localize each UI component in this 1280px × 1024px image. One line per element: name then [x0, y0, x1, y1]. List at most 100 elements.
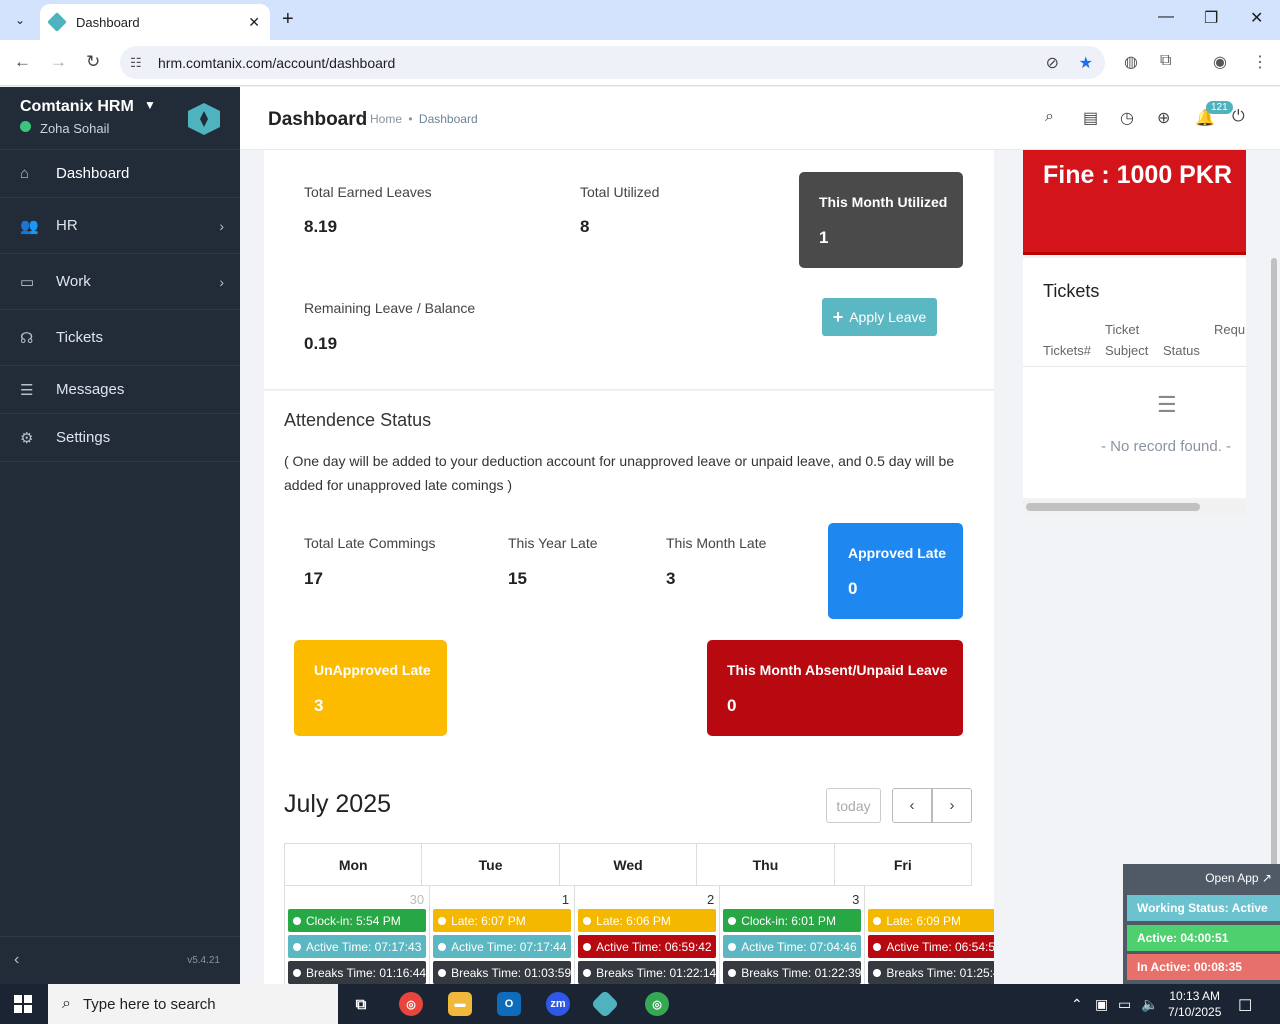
calendar-event[interactable]: Breaks Time: 01:22:14 — [578, 961, 717, 984]
bookmark-star-icon[interactable]: ★ — [1079, 53, 1093, 73]
new-tab-button[interactable]: + — [282, 8, 294, 31]
calendar-event[interactable]: Late: 6:09 PM — [868, 909, 994, 932]
browser-tab-dashboard[interactable]: Dashboard ✕ — [40, 4, 270, 40]
calendar-event-text: Late: 6:07 PM — [451, 913, 526, 928]
calendar-day-cell[interactable]: 1 Late: 6:07 PM Active Time: 07:17:44 Break… — [430, 886, 576, 984]
event-dot-icon — [293, 916, 301, 925]
calendar-day-cell[interactable]: 4 Late: 6:09 PM Active Time: 06:54:56 Break… — [865, 886, 994, 984]
close-window-icon[interactable]: ✕ — [1250, 8, 1263, 28]
sidebar-item-hr[interactable]: 👥 HR › — [0, 198, 240, 254]
extensions-icon[interactable]: ⧉ — [1160, 52, 1171, 70]
sidebar-item-label: Work — [56, 273, 91, 290]
sidebar-item-settings[interactable]: ⚙ Settings — [0, 414, 240, 462]
tab-title: Dashboard — [76, 14, 140, 30]
calendar-event-text: Breaks Time: 01:16:44 — [306, 965, 427, 980]
day-header: Fri — [893, 856, 912, 873]
back-icon[interactable]: ← — [14, 52, 31, 72]
calendar-day-cell[interactable]: 3 Clock-in: 6:01 PM Active Time: 07:04:46 B… — [720, 886, 866, 984]
sidebar-item-tickets[interactable]: ☊ Tickets — [0, 310, 240, 366]
page-vertical-scrollbar[interactable] — [1268, 150, 1280, 984]
apply-leave-button[interactable]: + Apply Leave — [822, 298, 937, 336]
calendar-event[interactable]: Active Time: 06:59:42 — [578, 935, 717, 958]
minimize-icon[interactable]: — — [1158, 8, 1174, 26]
event-dot-icon — [293, 968, 301, 977]
profile-icon[interactable]: ◉ — [1213, 52, 1227, 72]
taskbar-search[interactable]: ⌕ Type here to search — [48, 984, 338, 1024]
add-circle-icon[interactable]: ⊕ — [1157, 108, 1170, 128]
zoom-icon[interactable]: zm — [546, 992, 570, 1016]
volume-icon[interactable]: 🔈 — [1141, 996, 1158, 1013]
tab-close-icon[interactable]: ✕ — [248, 14, 260, 31]
event-dot-icon — [438, 916, 447, 925]
site-info-icon[interactable]: ☷ — [130, 55, 146, 71]
calendar-today-button[interactable]: today — [826, 788, 881, 823]
tab-search-button[interactable]: ⌄ — [8, 8, 32, 32]
sidebar-item-label: Dashboard — [56, 165, 130, 182]
sidebar-item-messages[interactable]: ☰ Messages — [0, 366, 240, 414]
calendar-date-number[interactable]: 4 — [868, 889, 994, 909]
calendar-event[interactable]: Breaks Time: 01:03:59 — [433, 961, 572, 984]
calendar-week-row: 30 Clock-in: 5:54 PM Active Time: 07:17:43… — [284, 886, 994, 984]
calendar-event[interactable]: Active Time: 07:04:46 — [723, 935, 862, 958]
calendar-event[interactable]: Breaks Time: 01:16:44 — [288, 961, 427, 984]
calendar-next-button[interactable]: › — [932, 788, 972, 823]
calendar-date-number[interactable]: 1 — [433, 889, 571, 909]
calendar-date-number[interactable]: 3 — [723, 889, 861, 909]
brand-name[interactable]: Comtanix HRM — [20, 98, 134, 116]
plus-icon: + — [832, 306, 844, 327]
translate-icon[interactable]: ◍ — [1124, 52, 1138, 72]
browser-menu-icon[interactable]: ⋮ — [1252, 52, 1268, 72]
calendar-event[interactable]: Clock-in: 5:54 PM — [288, 909, 427, 932]
sidebar-item-work[interactable]: ▭ Work › — [0, 254, 240, 310]
calendar-date-number[interactable]: 30 — [288, 889, 426, 909]
forward-icon[interactable]: → — [50, 52, 67, 72]
taskbar-clock[interactable]: 10:13 AM 7/10/2025 — [1168, 988, 1221, 1020]
calendar-event[interactable]: Clock-in: 6:01 PM — [723, 909, 862, 932]
month-late-value: 3 — [666, 569, 676, 588]
windows-start-icon[interactable] — [14, 995, 32, 1013]
tickets-horizontal-scrollbar[interactable] — [1023, 500, 1246, 514]
scrollbar-thumb[interactable] — [1271, 258, 1277, 870]
chevron-down-icon[interactable]: ▼ — [144, 98, 156, 112]
calendar-day-cell[interactable]: 30 Clock-in: 5:54 PM Active Time: 07:17:43… — [285, 886, 431, 984]
scrollbar-thumb[interactable] — [1026, 503, 1200, 511]
calendar-event[interactable]: Breaks Time: 01:25:44 — [868, 961, 994, 984]
task-view-icon[interactable]: ⧉ — [349, 992, 373, 1016]
comtanix-app-icon[interactable] — [590, 989, 620, 1019]
power-icon[interactable]: ⏻ — [1232, 108, 1245, 126]
notes-icon[interactable]: ▤ — [1083, 108, 1098, 128]
url-omnibox[interactable]: ☷ hrm.comtanix.com/account/dashboard ⊘ ★ — [120, 46, 1105, 79]
file-explorer-icon[interactable]: ▬ — [448, 992, 472, 1016]
chrome-icon[interactable]: ◎ — [399, 992, 423, 1016]
sidebar-item-label: HR — [56, 217, 78, 234]
calendar-event[interactable]: Late: 6:06 PM — [578, 909, 717, 932]
restore-icon[interactable]: ❐ — [1204, 8, 1218, 28]
search-icon[interactable]: ⌕ — [1045, 108, 1054, 126]
search-icon: ⌕ — [62, 995, 71, 1012]
calendar-event[interactable]: Active Time: 07:17:43 — [288, 935, 427, 958]
sidebar-item-dashboard[interactable]: ⌂ Dashboard — [0, 150, 240, 198]
calendar-event[interactable]: Active Time: 06:54:56 — [868, 935, 994, 958]
calendar-event[interactable]: Late: 6:07 PM — [433, 909, 572, 932]
calendar-prev-button[interactable]: ‹ — [892, 788, 932, 823]
notification-center-icon[interactable]: ☐ — [1238, 996, 1252, 1016]
tile-label: This Month Utilized — [819, 194, 948, 210]
active-time-row: Active: 04:00:51 — [1127, 925, 1280, 951]
reload-icon[interactable]: ↻ — [86, 52, 100, 72]
tracking-blocked-icon[interactable]: ⊘ — [1046, 53, 1059, 73]
breadcrumb-home[interactable]: Home — [370, 112, 402, 126]
clock-icon[interactable]: ◷ — [1120, 108, 1134, 128]
tray-chevron-up-icon[interactable]: ⌃ — [1071, 996, 1083, 1013]
calendar-date-number[interactable]: 2 — [578, 889, 716, 909]
open-app-link[interactable]: Open App ↗ — [1205, 871, 1272, 885]
collapse-sidebar-icon[interactable]: ‹ — [14, 951, 19, 969]
chrome-profile-icon[interactable]: ◎ — [645, 992, 669, 1016]
calendar-event[interactable]: Active Time: 07:17:44 — [433, 935, 572, 958]
calendar-event[interactable]: Breaks Time: 01:22:39 — [723, 961, 862, 984]
tray-app-icon[interactable]: ▣ — [1095, 996, 1108, 1013]
calendar-day-cell[interactable]: 2 Late: 6:06 PM Active Time: 06:59:42 Break… — [575, 886, 721, 984]
network-icon[interactable]: ▭ — [1118, 996, 1131, 1013]
outlook-icon[interactable]: O — [497, 992, 521, 1016]
url-text[interactable]: hrm.comtanix.com/account/dashboard — [158, 55, 395, 71]
tile-label: UnApproved Late — [314, 662, 431, 678]
